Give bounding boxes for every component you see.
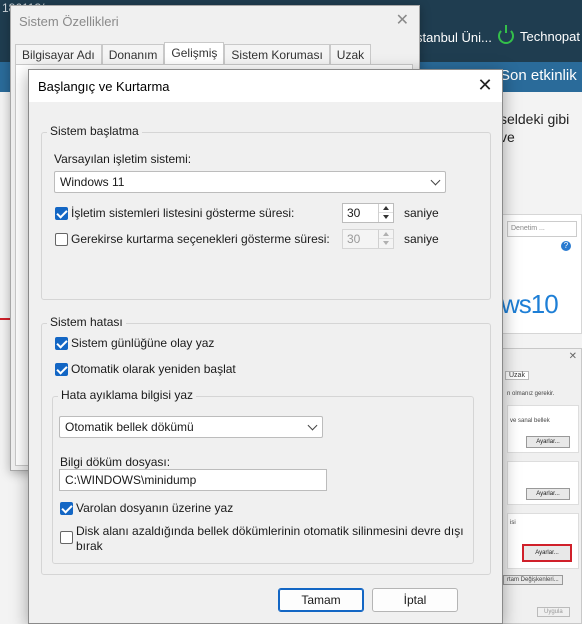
- show-recovery-stepper: 30: [342, 229, 394, 249]
- chevron-down-icon: [307, 420, 318, 431]
- write-system-log-checkbox[interactable]: [55, 337, 68, 350]
- small-group-2: Ayarlar...: [507, 461, 579, 505]
- dump-file-label: Bilgi döküm dosyası:: [60, 455, 171, 469]
- dump-type-value: Otomatik bellek dökümü: [65, 420, 194, 434]
- show-os-list-label: İşletim sistemleri listesini gösterme sü…: [71, 206, 295, 220]
- tab-system-protection[interactable]: Sistem Koruması: [224, 44, 330, 64]
- auto-restart-label: Otomatik olarak yeniden başlat: [71, 362, 236, 376]
- cancel-button[interactable]: İptal: [372, 588, 458, 612]
- dump-type-select[interactable]: Otomatik bellek dökümü: [59, 416, 323, 438]
- background-screenshot: Denetim ... ? ws10: [498, 214, 582, 334]
- windows10-logo-text: ws10: [501, 289, 559, 319]
- power-icon: [498, 25, 514, 44]
- red-underline: [0, 318, 10, 320]
- close-icon[interactable]: ✕: [396, 10, 409, 30]
- bookmark-technopat[interactable]: Technopat S: [498, 25, 582, 44]
- ok-button[interactable]: Tamam: [278, 588, 364, 612]
- small-group-3: isi Ayarlar...: [507, 513, 579, 569]
- debug-info-legend: Hata ayıklama bilgisi yaz: [58, 388, 197, 402]
- bookmark-istanbul[interactable]: stanbul Üni...: [416, 30, 492, 45]
- stepper-down-icon[interactable]: [379, 213, 393, 222]
- stepper-up-icon: [379, 230, 393, 239]
- close-icon: ✕: [568, 351, 577, 362]
- default-os-label: Varsayılan işletim sistemi:: [54, 152, 192, 166]
- background-article-text: seldeki gibi ve: [500, 110, 569, 146]
- bookmark-technopat-label: Technopat S: [520, 28, 582, 44]
- write-system-log-label: Sistem günlüğüne olay yaz: [71, 336, 215, 350]
- background-small-dialog: ✕ Uzak n olmanız gerekir. ve sanal belle…: [500, 348, 582, 624]
- small-settings-button-2: Ayarlar...: [526, 488, 570, 500]
- tab-hardware[interactable]: Donanım: [101, 44, 165, 64]
- show-recovery-label: Gerekirse kurtarma seçenekleri gösterme …: [71, 232, 330, 246]
- small-settings-button-highlighted: Ayarlar...: [522, 544, 572, 562]
- overwrite-file-checkbox[interactable]: [60, 502, 73, 515]
- default-os-select[interactable]: Windows 11: [54, 171, 446, 193]
- dialog-title-bar: Başlangıç ve Kurtarma ✕: [29, 70, 502, 102]
- tab-uzak: Uzak: [505, 371, 529, 380]
- small-text-3: isi: [510, 520, 516, 526]
- small-env-button: rtam Değişkenleri...: [503, 575, 563, 585]
- help-icon: ?: [561, 241, 571, 251]
- tab-advanced[interactable]: Gelişmiş: [164, 42, 225, 64]
- small-apply-button: Uygula: [537, 607, 570, 617]
- show-recovery-unit: saniye: [404, 232, 439, 246]
- small-text-1: n olmanız gerekir.: [507, 391, 555, 397]
- small-group-1: ve sanal bellek Ayarlar...: [507, 405, 579, 453]
- recent-activity-label: Son etkinlik: [500, 67, 577, 84]
- show-recovery-value: 30: [347, 232, 361, 246]
- system-startup-legend: Sistem başlatma: [47, 124, 142, 138]
- show-os-list-stepper[interactable]: 30: [342, 203, 394, 223]
- tab-computer-name[interactable]: Bilgisayar Adı: [15, 44, 102, 64]
- show-os-list-value: 30: [347, 206, 361, 220]
- system-properties-tabs: Bilgisayar Adı Donanım Gelişmiş Sistem K…: [15, 42, 372, 64]
- stepper-down-icon: [379, 239, 393, 248]
- tab-remote[interactable]: Uzak: [329, 44, 372, 64]
- dump-file-input[interactable]: C:\WINDOWS\minidump: [59, 469, 327, 491]
- small-settings-button-1: Ayarlar...: [526, 436, 570, 448]
- dialog-title: Başlangıç ve Kurtarma: [38, 79, 170, 94]
- auto-restart-checkbox[interactable]: [55, 363, 68, 376]
- stepper-up-icon[interactable]: [379, 204, 393, 213]
- show-os-list-unit: saniye: [404, 206, 439, 220]
- article-line-2: ve: [500, 129, 515, 145]
- show-os-list-checkbox[interactable]: [55, 207, 68, 220]
- system-failure-legend: Sistem hatası: [47, 315, 126, 329]
- article-line-1: seldeki gibi: [500, 111, 570, 127]
- disable-auto-delete-label-line2: bırak: [76, 539, 103, 553]
- close-icon[interactable]: ✕: [474, 74, 496, 96]
- stepper-arrows: [378, 204, 393, 222]
- default-os-value: Windows 11: [60, 175, 125, 189]
- system-properties-title: Sistem Özellikleri: [19, 14, 119, 29]
- startup-recovery-dialog: Başlangıç ve Kurtarma ✕ Sistem başlatma …: [28, 69, 503, 624]
- overwrite-file-label: Varolan dosyanın üzerine yaz: [76, 501, 234, 515]
- control-panel-search: Denetim ...: [507, 221, 577, 237]
- show-recovery-checkbox[interactable]: [55, 233, 68, 246]
- chevron-down-icon: [430, 175, 441, 186]
- disable-auto-delete-checkbox[interactable]: [60, 531, 73, 544]
- disable-auto-delete-label-line1: Disk alanı azaldığında bellek dökümlerin…: [76, 524, 464, 538]
- stepper-arrows: [378, 230, 393, 248]
- small-text-2: ve sanal bellek: [510, 418, 550, 424]
